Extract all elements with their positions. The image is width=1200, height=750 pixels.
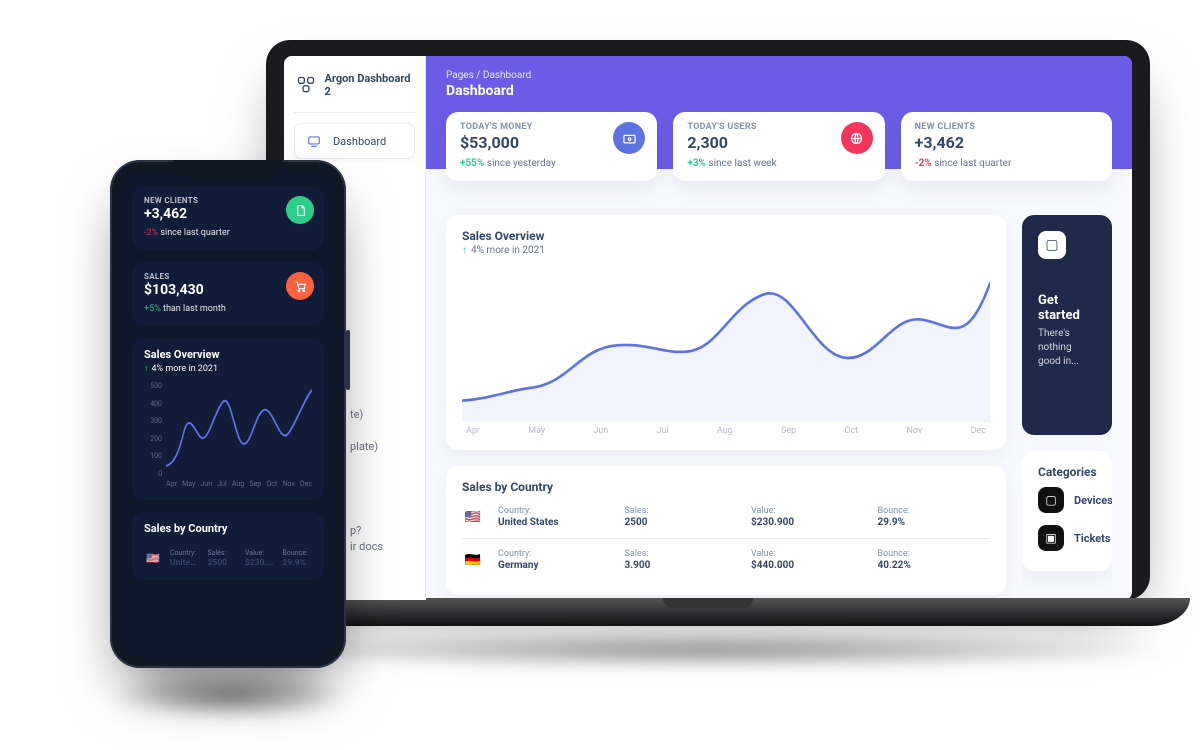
ghost-text: plate) xyxy=(350,440,378,453)
bulb-icon: ▢ xyxy=(1038,231,1066,259)
table-row[interactable]: 🇺🇸 Country:United States Sales:2500 Valu… xyxy=(144,543,312,568)
chart-y-axis: 5004003002001000 xyxy=(144,382,162,478)
brand-icon xyxy=(296,74,317,96)
arrow-up-icon: ↑ xyxy=(462,245,467,256)
stat-money[interactable]: TODAY'S MONEY $53,000 +55% since yesterd… xyxy=(446,112,657,181)
laptop-frame: Argon Dashboard 2 Dashboard Pages / Dash… xyxy=(266,40,1150,626)
arrow-up-icon: ↑ xyxy=(144,364,149,374)
chart-x-axis: AprMayJunJulAugSepOctNovDec xyxy=(166,480,312,488)
sales-overview-mobile: Sales Overview ↑4% more in 2021 50040030… xyxy=(132,338,324,500)
phone-frame: NEW CLIENTS +3,462 -2% since last quarte… xyxy=(110,160,346,668)
globe-icon xyxy=(841,122,873,154)
flag-icon: 🇺🇸 xyxy=(144,553,162,565)
brand[interactable]: Argon Dashboard 2 xyxy=(294,68,415,113)
stat-clients[interactable]: NEW CLIENTS +3,462 -2% since last quarte… xyxy=(901,112,1112,181)
sales-overview-card: Sales Overview ↑4% more in 2021 AprMayJu… xyxy=(446,215,1006,450)
sales-by-country-mobile: Sales by Country 🇺🇸 Country:United State… xyxy=(132,512,324,580)
stat-sales-mobile[interactable]: SALES $103,430 +5% than last month xyxy=(132,262,324,326)
cart-icon xyxy=(286,272,314,300)
sidebar-item-label: Dashboard xyxy=(333,135,386,148)
main-area: Pages / Dashboard Dashboard TODAY'S MONE… xyxy=(426,56,1132,600)
tip-card[interactable]: ▢ Get started There's nothing good in... xyxy=(1022,215,1112,435)
brand-label: Argon Dashboard 2 xyxy=(325,72,414,98)
stat-users[interactable]: TODAY'S USERS 2,300 +3% since last week xyxy=(673,112,884,181)
breadcrumb[interactable]: Pages / Dashboard xyxy=(446,70,1112,81)
ghost-text: ir docs xyxy=(350,540,383,553)
table-row[interactable]: 🇺🇸 Country:United States Sales:2500 Valu… xyxy=(462,496,990,539)
ghost-text: te) xyxy=(350,408,363,421)
document-icon xyxy=(286,196,314,224)
stat-cards: TODAY'S MONEY $53,000 +55% since yesterd… xyxy=(446,112,1112,181)
laptop-screen: Argon Dashboard 2 Dashboard Pages / Dash… xyxy=(284,56,1132,600)
table-row[interactable]: 🇩🇪 Country:Germany Sales:3.900 Value:$44… xyxy=(462,539,990,581)
phone-shadow xyxy=(110,670,350,720)
card-title: Sales Overview xyxy=(462,229,990,243)
sales-by-country-card: Sales by Country 🇺🇸 Country:United State… xyxy=(446,466,1006,595)
stat-clients-mobile[interactable]: NEW CLIENTS +3,462 -2% since last quarte… xyxy=(132,186,324,250)
flag-icon: 🇺🇸 xyxy=(462,510,484,525)
page-title: Dashboard xyxy=(446,83,1112,99)
sidebar-item-dashboard[interactable]: Dashboard xyxy=(294,123,415,159)
sales-overview-chart-mobile[interactable]: 5004003002001000 AprMayJunJulAugSepOctNo… xyxy=(144,382,312,492)
category-item[interactable]: ▣Tickets xyxy=(1038,519,1096,557)
hero-header: Pages / Dashboard Dashboard TODAY'S MONE… xyxy=(426,56,1132,169)
flag-icon: 🇩🇪 xyxy=(462,553,484,568)
device-icon: ▢ xyxy=(1038,487,1064,513)
phone-screen: NEW CLIENTS +3,462 -2% since last quarte… xyxy=(120,170,336,658)
card-title: Sales by Country xyxy=(462,480,990,494)
ticket-icon: ▣ xyxy=(1038,525,1064,551)
chart-x-axis: AprMayJunJulAugSepOctNovDec xyxy=(462,426,990,436)
sales-overview-chart[interactable] xyxy=(462,262,990,422)
categories-card: Categories ▢Devices ▣Tickets xyxy=(1022,451,1112,571)
category-item[interactable]: ▢Devices xyxy=(1038,481,1096,519)
ghost-text: p? xyxy=(350,524,361,537)
tv-icon xyxy=(305,132,323,150)
